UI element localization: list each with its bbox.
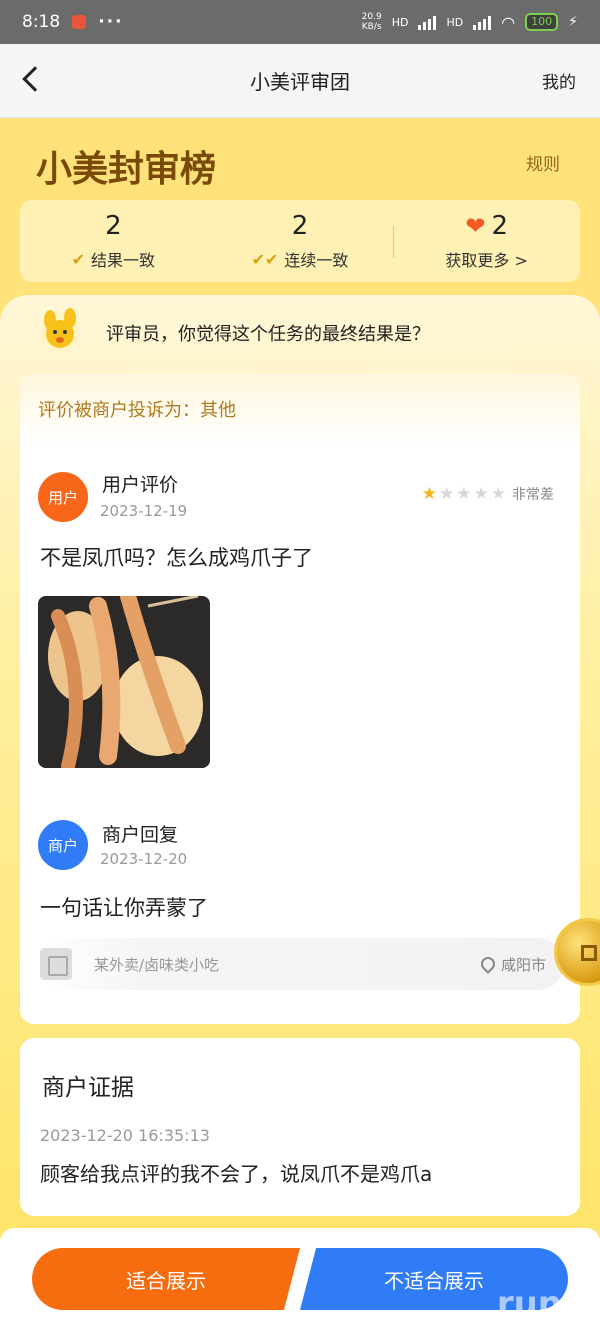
complaint-reason: 评价被商户投诉为：其他 <box>20 374 580 444</box>
status-time: 8:18 <box>22 12 61 32</box>
signal-icon <box>418 14 437 30</box>
review-card: 评价被商户投诉为：其他 用户 用户评价 2023-12-19 ★ ★ ★ ★ ★… <box>20 374 580 1024</box>
app-notification-icon <box>72 15 87 29</box>
rules-link[interactable]: 规则 <box>526 150 560 175</box>
shop-info[interactable]: 某外卖/卤味类小吃 咸阳市 <box>38 938 564 990</box>
back-icon[interactable] <box>18 62 48 98</box>
suitable-button[interactable]: 适合展示 <box>32 1248 300 1310</box>
star-icon: ★ <box>490 484 506 504</box>
battery-icon: 100 <box>525 13 559 31</box>
question-text: 评审员，你觉得这个任务的最终结果是？ <box>106 324 430 345</box>
shop-location: 咸阳市 <box>478 954 546 975</box>
shop-category: 某外卖/卤味类小吃 <box>94 955 220 974</box>
user-review-date: 2023-12-19 <box>100 502 188 520</box>
user-review-text: 不是凤爪吗？怎么成鸡爪子了 <box>40 546 313 570</box>
network-type-2: HD <box>446 15 464 29</box>
mascot-icon <box>40 308 80 352</box>
merchant-evidence-card: 商户证据 2023-12-20 16:35:13 顾客给我点评的我不会了，说凤爪… <box>20 1038 580 1216</box>
status-bar: 8:18 ··· 20.9 KB/s HD HD ◠ 100 ⚡ <box>0 0 600 44</box>
rating-stars: ★ ★ ★ ★ ★ 非常差 <box>422 484 554 504</box>
rating-text: 非常差 <box>512 487 554 503</box>
network-speed: 20.9 KB/s <box>361 12 382 32</box>
wifi-icon: ◠ <box>501 12 516 32</box>
page-title: 小美评审团 <box>250 70 350 94</box>
network-type-1: HD <box>391 15 409 29</box>
evidence-title: 商户证据 <box>42 1075 134 1101</box>
more-notifications-icon: ··· <box>98 12 124 32</box>
user-review-label: 用户评价 <box>102 474 179 496</box>
charging-icon: ⚡ <box>568 14 578 30</box>
double-check-icon: ✔✔ <box>251 249 279 269</box>
signal-icon-2 <box>473 14 492 30</box>
star-icon: ★ <box>421 484 437 504</box>
stat-get-more[interactable]: ❤ 2 获取更多 > <box>393 200 580 282</box>
stat-consistent-results: 2 ✔ 结果一致 <box>71 211 156 270</box>
evidence-time: 2023-12-20 16:35:13 <box>40 1126 210 1145</box>
mine-button[interactable]: 我的 <box>542 68 576 93</box>
merchant-avatar: 商户 <box>38 820 88 870</box>
review-photo[interactable] <box>38 596 210 768</box>
leaderboard-title: 小美封审榜 <box>36 148 217 190</box>
stat-consecutive-consistent: 2 ✔✔ 连续一致 <box>251 211 349 270</box>
divider <box>393 226 395 258</box>
watermark: run <box>496 1284 562 1324</box>
merchant-reply-text: 一句话让你弄蒙了 <box>40 896 208 920</box>
merchant-reply-label: 商户回复 <box>102 824 179 846</box>
evidence-text: 顾客给我点评的我不会了，说凤爪不是鸡爪a <box>40 1162 433 1186</box>
shop-icon <box>40 948 72 980</box>
stats-card: 2 ✔ 结果一致 2 ✔✔ 连续一致 ❤ 2 获取更多 > <box>20 200 580 282</box>
check-icon: ✔ <box>71 249 86 269</box>
user-avatar: 用户 <box>38 472 88 522</box>
heart-icon: ❤ <box>465 212 486 240</box>
title-bar: 小美评审团 我的 <box>0 44 600 118</box>
location-pin-icon <box>478 954 498 974</box>
merchant-reply-date: 2023-12-20 <box>100 850 188 868</box>
star-icon: ★ <box>439 484 455 504</box>
star-icon: ★ <box>456 484 472 504</box>
star-icon: ★ <box>473 484 489 504</box>
